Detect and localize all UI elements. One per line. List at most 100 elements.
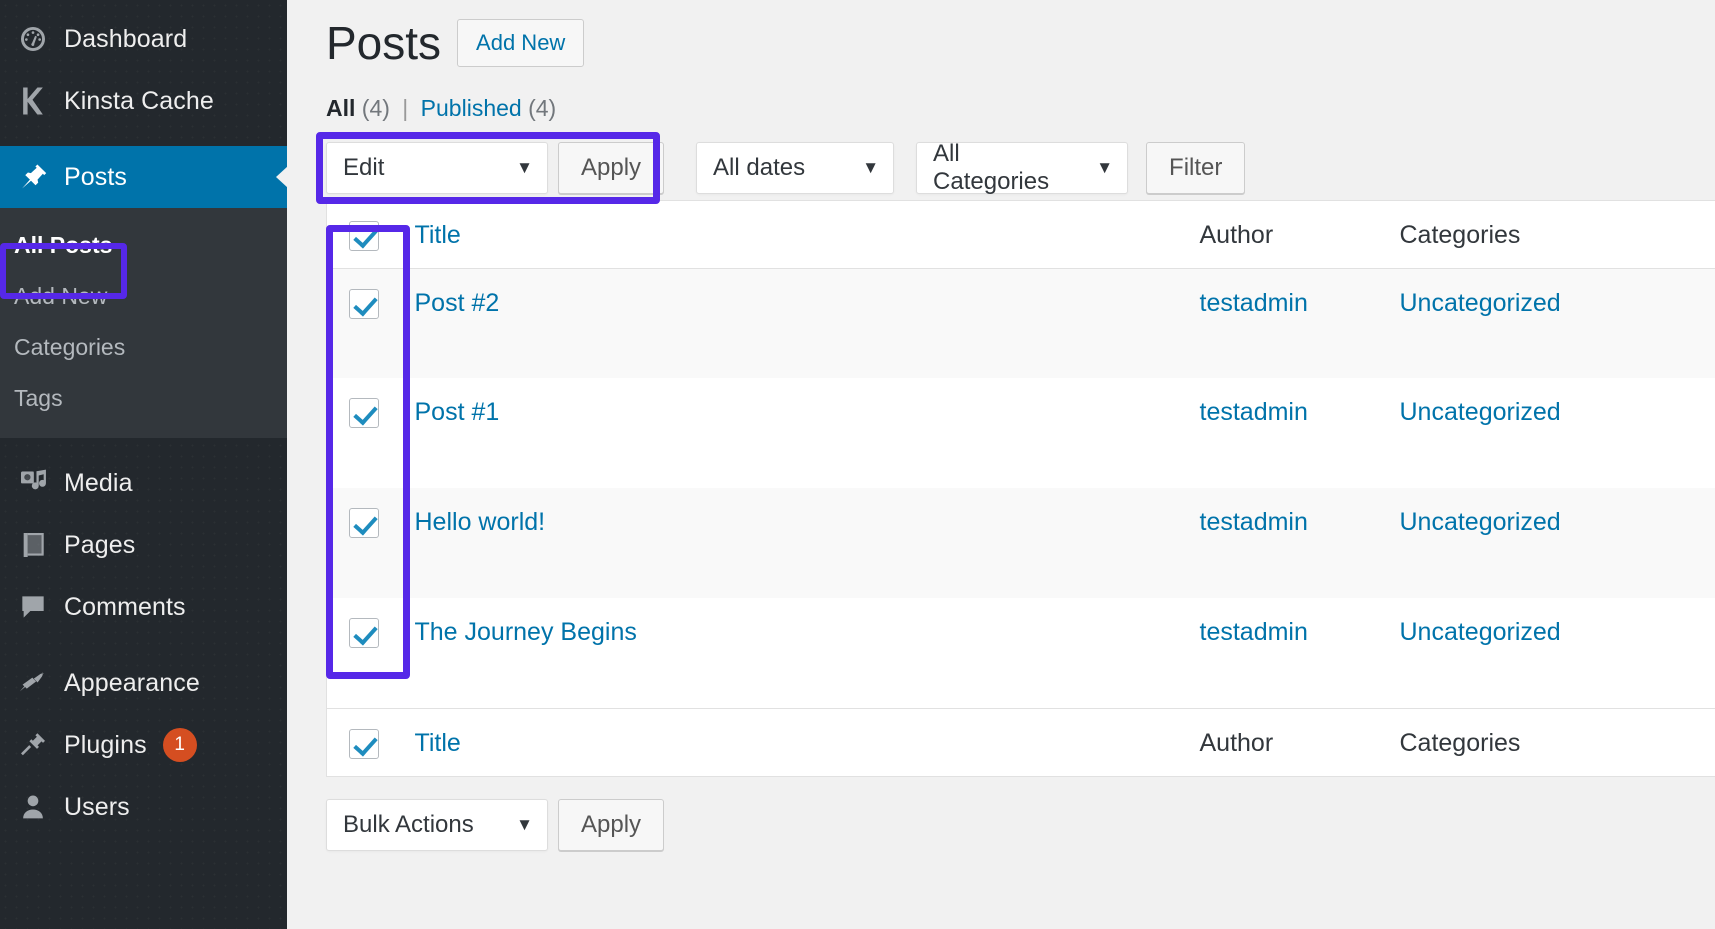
post-title-link[interactable]: Post #1 bbox=[415, 398, 500, 426]
posts-table-head: Title Author Categories bbox=[327, 200, 1715, 268]
bulk-action-select-top[interactable]: Edit ▼ bbox=[326, 142, 548, 194]
status-link-divider: | bbox=[396, 95, 414, 121]
status-count-published: (4) bbox=[528, 95, 556, 121]
apply-button-bottom[interactable]: Apply bbox=[558, 799, 664, 851]
row-categories-cell: Uncategorized bbox=[1396, 268, 1715, 378]
sidebar-item-label: All Posts bbox=[14, 232, 112, 259]
row-title-cell: The Journey Begins bbox=[409, 598, 1196, 708]
page-header: Posts Add New bbox=[326, 18, 1715, 69]
sidebar-item-categories[interactable]: Categories bbox=[0, 322, 287, 373]
author-link[interactable]: testadmin bbox=[1200, 618, 1308, 646]
sidebar-divider bbox=[0, 438, 287, 452]
row-select-cell[interactable] bbox=[327, 598, 409, 708]
sidebar-item-label: Dashboard bbox=[64, 25, 187, 54]
category-filter-select[interactable]: All Categories ▼ bbox=[916, 142, 1128, 194]
apply-button-top[interactable]: Apply bbox=[558, 142, 664, 194]
column-footer-author[interactable]: Author bbox=[1196, 708, 1396, 776]
sidebar-item-plugins[interactable]: Plugins 1 bbox=[0, 714, 287, 776]
row-author-cell: testadmin bbox=[1196, 598, 1396, 708]
row-select-cell[interactable] bbox=[327, 268, 409, 378]
table-footer-row: Title Author Categories bbox=[327, 708, 1715, 776]
row-select-cell[interactable] bbox=[327, 488, 409, 598]
category-link[interactable]: Uncategorized bbox=[1400, 398, 1561, 426]
table-header-row: Title Author Categories bbox=[327, 200, 1715, 268]
column-header-author[interactable]: Author bbox=[1196, 200, 1396, 268]
sidebar-item-label: Categories bbox=[14, 334, 125, 361]
row-author-cell: testadmin bbox=[1196, 268, 1396, 378]
select-all-footer-cell[interactable] bbox=[327, 708, 409, 776]
posts-submenu: All Posts Add New Categories Tags bbox=[0, 208, 287, 438]
author-link[interactable]: testadmin bbox=[1200, 508, 1308, 536]
sidebar-item-label: Comments bbox=[64, 593, 186, 622]
sidebar-item-kinsta-cache[interactable]: Kinsta Cache bbox=[0, 70, 287, 132]
posts-table-foot: Title Author Categories bbox=[327, 708, 1715, 776]
sidebar-item-pages[interactable]: Pages bbox=[0, 514, 287, 576]
row-select-cell[interactable] bbox=[327, 378, 409, 488]
post-title-link[interactable]: Hello world! bbox=[415, 508, 546, 536]
posts-table: Title Author Categories Post #2 testadmi… bbox=[326, 200, 1715, 777]
pin-icon bbox=[10, 161, 56, 193]
sidebar-item-media[interactable]: Media bbox=[0, 452, 287, 514]
row-checkbox[interactable] bbox=[349, 289, 379, 319]
date-filter-value: All dates bbox=[713, 154, 805, 182]
date-filter-select[interactable]: All dates ▼ bbox=[696, 142, 894, 194]
sidebar-divider bbox=[0, 638, 287, 652]
plugins-update-badge: 1 bbox=[163, 728, 197, 762]
select-all-checkbox-bottom[interactable] bbox=[349, 729, 379, 759]
column-header-title[interactable]: Title bbox=[409, 200, 1196, 268]
sidebar-nav-top: Dashboard Kinsta Cache Posts bbox=[0, 0, 287, 838]
column-footer-categories[interactable]: Categories bbox=[1396, 708, 1715, 776]
bulk-action-select-bottom[interactable]: Bulk Actions ▼ bbox=[326, 799, 548, 851]
status-link-all[interactable]: All bbox=[326, 95, 355, 121]
row-title-cell: Post #2 bbox=[409, 268, 1196, 378]
category-link[interactable]: Uncategorized bbox=[1400, 508, 1561, 536]
user-icon bbox=[10, 791, 56, 823]
plug-icon bbox=[10, 729, 56, 761]
comments-icon bbox=[10, 591, 56, 623]
sidebar-item-label: Add New bbox=[14, 283, 107, 310]
chevron-down-icon: ▼ bbox=[1096, 158, 1113, 178]
table-toolbar-top: Edit ▼ Apply All dates ▼ All Categories … bbox=[326, 142, 1715, 194]
table-row: Post #1 testadmin Uncategorized bbox=[327, 378, 1715, 488]
sidebar-divider bbox=[0, 132, 287, 146]
filter-button[interactable]: Filter bbox=[1146, 142, 1245, 194]
bulk-action-value-bottom: Bulk Actions bbox=[343, 811, 474, 839]
chevron-down-icon: ▼ bbox=[862, 158, 879, 178]
sidebar-item-posts[interactable]: Posts bbox=[0, 146, 287, 208]
sidebar-item-users[interactable]: Users bbox=[0, 776, 287, 838]
column-header-categories[interactable]: Categories bbox=[1396, 200, 1715, 268]
bulk-action-value: Edit bbox=[343, 154, 384, 182]
post-title-link[interactable]: Post #2 bbox=[415, 289, 500, 317]
status-link-published[interactable]: Published bbox=[421, 95, 522, 121]
row-title-cell: Post #1 bbox=[409, 378, 1196, 488]
sidebar-item-label: Pages bbox=[64, 531, 135, 560]
row-checkbox[interactable] bbox=[349, 508, 379, 538]
posts-list-page: Posts Add New All (4) | Published (4) Ed… bbox=[287, 0, 1715, 929]
add-new-button[interactable]: Add New bbox=[457, 19, 584, 67]
author-link[interactable]: testadmin bbox=[1200, 398, 1308, 426]
sidebar-item-label: Media bbox=[64, 469, 133, 498]
sidebar-item-add-new[interactable]: Add New bbox=[0, 271, 287, 322]
row-title-cell: Hello world! bbox=[409, 488, 1196, 598]
pages-icon bbox=[10, 529, 56, 561]
admin-sidebar: Dashboard Kinsta Cache Posts bbox=[0, 0, 287, 929]
author-link[interactable]: testadmin bbox=[1200, 289, 1308, 317]
post-title-link[interactable]: The Journey Begins bbox=[415, 618, 637, 646]
category-filter-value: All Categories bbox=[933, 140, 1081, 196]
paintbrush-icon bbox=[10, 667, 56, 699]
select-all-header-cell[interactable] bbox=[327, 200, 409, 268]
row-checkbox[interactable] bbox=[349, 618, 379, 648]
category-link[interactable]: Uncategorized bbox=[1400, 618, 1561, 646]
table-row: Hello world! testadmin Uncategorized bbox=[327, 488, 1715, 598]
table-row: Post #2 testadmin Uncategorized bbox=[327, 268, 1715, 378]
column-footer-title[interactable]: Title bbox=[409, 708, 1196, 776]
sidebar-item-comments[interactable]: Comments bbox=[0, 576, 287, 638]
sidebar-item-all-posts[interactable]: All Posts bbox=[0, 220, 287, 271]
media-icon bbox=[10, 467, 56, 499]
sidebar-item-dashboard[interactable]: Dashboard bbox=[0, 8, 287, 70]
row-checkbox[interactable] bbox=[349, 398, 379, 428]
category-link[interactable]: Uncategorized bbox=[1400, 289, 1561, 317]
sidebar-item-appearance[interactable]: Appearance bbox=[0, 652, 287, 714]
select-all-checkbox-top[interactable] bbox=[349, 221, 379, 251]
sidebar-item-tags[interactable]: Tags bbox=[0, 373, 287, 424]
